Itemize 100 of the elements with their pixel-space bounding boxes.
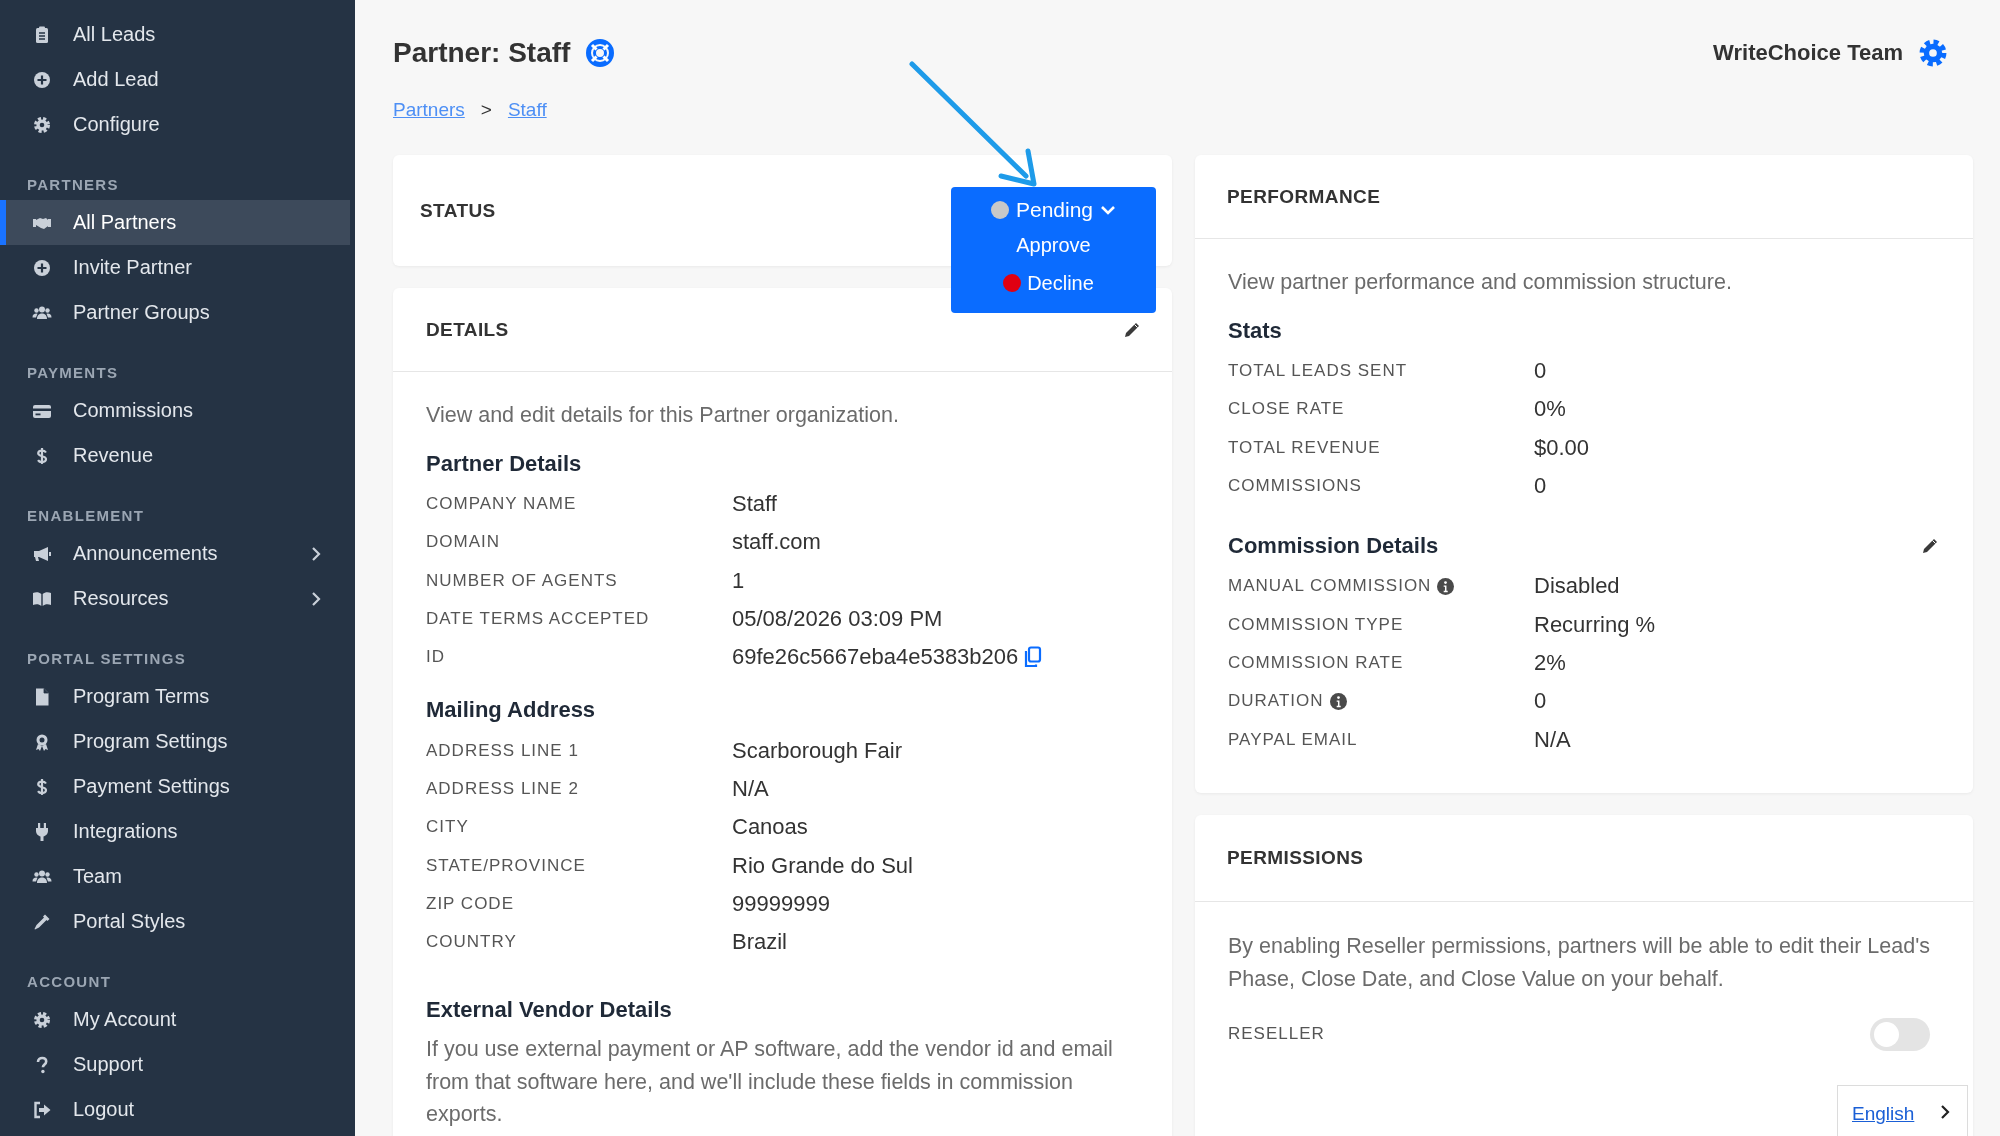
field-label: STATE/PROVINCE <box>426 855 586 876</box>
info-icon[interactable] <box>1329 692 1347 710</box>
field-value: Disabled <box>1534 573 1620 600</box>
info-icon[interactable] <box>1437 577 1455 595</box>
card-title: PERFORMANCE <box>1227 185 1381 208</box>
chevron-down-icon[interactable] <box>1100 204 1117 216</box>
toggle-switch[interactable] <box>1870 1017 1930 1051</box>
plus-circle-icon <box>32 69 52 90</box>
status-dropdown[interactable]: Pending Approve Decline <box>951 187 1156 313</box>
sidebar-item[interactable]: All Leads <box>0 12 350 57</box>
sidebar-item[interactable]: My Account <box>0 997 350 1042</box>
sidebar-item[interactable]: Program Settings <box>0 719 350 764</box>
field-value: N/A <box>732 775 769 802</box>
card-description: If you use external payment or AP software, add the vendor id and email from that software here, and we'll include these fields in commission exports. <box>426 1036 1114 1129</box>
chevron-right-icon <box>310 545 322 562</box>
sidebar-item[interactable]: Payment Settings <box>0 764 350 809</box>
lifebuoy-icon[interactable] <box>584 37 617 69</box>
sidebar-item[interactable]: Invite Partner <box>0 245 350 290</box>
card-title: PERMISSIONS <box>1227 846 1364 869</box>
section-heading: ENABLEMENT <box>26 506 146 526</box>
card-title: DETAILS <box>426 318 509 341</box>
page-title: Partner: Staff <box>393 37 571 69</box>
field-label: COUNTRY <box>426 932 517 953</box>
field-label: DATE TERMS ACCEPTED <box>426 609 650 630</box>
logout-icon <box>32 1099 52 1120</box>
field-value: Canoas <box>732 814 808 841</box>
settings-icon <box>32 114 52 135</box>
section-heading: Stats <box>1228 318 1283 344</box>
field-value: Scarborough Fair <box>732 737 902 764</box>
section-heading: Mailing Address <box>426 697 597 724</box>
sidebar-item[interactable]: Announcements <box>0 531 350 576</box>
chevron-right-icon[interactable] <box>1939 1103 1951 1121</box>
language-widget[interactable]: English <box>1837 1085 1968 1136</box>
card-description: By enabling Reseller permissions, partners will be able to edit their Lead's Phase, Close Date, and Close Value on your behalf. <box>1228 932 1932 993</box>
section-heading: ACCOUNT <box>26 972 113 992</box>
sidebar-item[interactable]: Partner Groups <box>0 290 350 335</box>
field-value: Brazil <box>732 929 787 956</box>
field-label: DURATION <box>1228 691 1324 712</box>
field-value: 69fe26c5667eba4e5383b206 <box>732 644 1019 671</box>
field-label: ID <box>426 647 445 668</box>
field-label: RESELLER <box>1228 1024 1325 1045</box>
settings-icon <box>32 1009 52 1030</box>
sidebar-item[interactable]: Portal Styles <box>0 899 350 944</box>
language-link[interactable]: English <box>1852 1103 1915 1125</box>
field-label: NUMBER OF AGENTS <box>426 570 618 591</box>
field-label: COMMISSION RATE <box>1228 652 1404 673</box>
sidebar-item[interactable]: Integrations <box>0 809 350 854</box>
copy-icon[interactable] <box>1023 646 1044 669</box>
field-label: ADDRESS LINE 1 <box>426 740 579 761</box>
field-label: MANUAL COMMISSION <box>1228 576 1432 597</box>
sidebar-item[interactable]: Support <box>0 1042 350 1087</box>
breadcrumb-separator: > <box>480 99 492 121</box>
field-label: PAYPAL EMAIL <box>1228 729 1358 750</box>
field-value: 0 <box>1534 688 1547 715</box>
field-label: TOTAL LEADS SENT <box>1228 361 1408 382</box>
field-value: Rio Grande do Sul <box>732 852 913 879</box>
section-heading: PARTNERS <box>26 175 120 195</box>
plus-circle-icon <box>32 257 52 278</box>
section-heading: Commission Details <box>1228 533 1439 560</box>
field-label: ZIP CODE <box>426 893 514 914</box>
section-heading: External Vendor Details <box>426 997 673 1024</box>
field-label: CLOSE RATE <box>1228 399 1345 420</box>
sidebar-item[interactable]: Team <box>0 854 350 899</box>
sidebar-item[interactable]: Resources <box>0 576 350 621</box>
dropdown-option[interactable]: Decline <box>1027 271 1094 295</box>
field-value: Recurring % <box>1534 611 1656 638</box>
field-label: ADDRESS LINE 2 <box>426 778 579 799</box>
dropdown-option[interactable]: Approve <box>1016 233 1091 257</box>
field-value: $0.00 <box>1534 434 1590 461</box>
field-value: 0 <box>1534 358 1547 385</box>
field-value: 1 <box>732 567 745 594</box>
field-label: CITY <box>426 817 469 838</box>
sidebar-item[interactable]: Add Lead <box>0 57 350 102</box>
section-heading: Partner Details <box>426 451 583 477</box>
card-description: View and edit details for this Partner organization. <box>426 402 900 429</box>
settings-icon[interactable] <box>1917 37 1949 69</box>
field-value: 0% <box>1534 396 1566 423</box>
field-value: Staff <box>732 491 777 518</box>
field-label: COMPANY NAME <box>426 494 577 515</box>
sidebar-item[interactable]: Program Terms <box>0 674 350 719</box>
card-title: STATUS <box>420 199 496 222</box>
sidebar-item[interactable]: Commissions <box>0 388 350 433</box>
field-label: COMMISSION TYPE <box>1228 614 1404 635</box>
sidebar-item[interactable]: Logout <box>0 1087 350 1132</box>
field-label: COMMISSIONS <box>1228 476 1362 497</box>
status-value[interactable]: Pending <box>1015 198 1094 222</box>
team-name: WriteChoice Team <box>1713 40 1903 66</box>
sidebar-item[interactable]: All Partners <box>0 200 350 245</box>
section-heading: PORTAL SETTINGS <box>26 649 187 669</box>
field-value: 99999999 <box>732 890 830 917</box>
field-value: N/A <box>1534 726 1571 753</box>
field-label: TOTAL REVENUE <box>1228 437 1381 458</box>
chevron-right-icon <box>310 590 322 607</box>
sidebar-item[interactable]: Revenue <box>0 433 350 478</box>
field-value: 0 <box>1534 473 1547 500</box>
sidebar-item[interactable]: Configure <box>0 102 350 147</box>
section-heading: PAYMENTS <box>26 363 120 383</box>
field-value: staff.com <box>732 529 821 556</box>
field-value: 2% <box>1534 649 1566 676</box>
card-description: View partner performance and commission structure. <box>1228 269 1733 296</box>
